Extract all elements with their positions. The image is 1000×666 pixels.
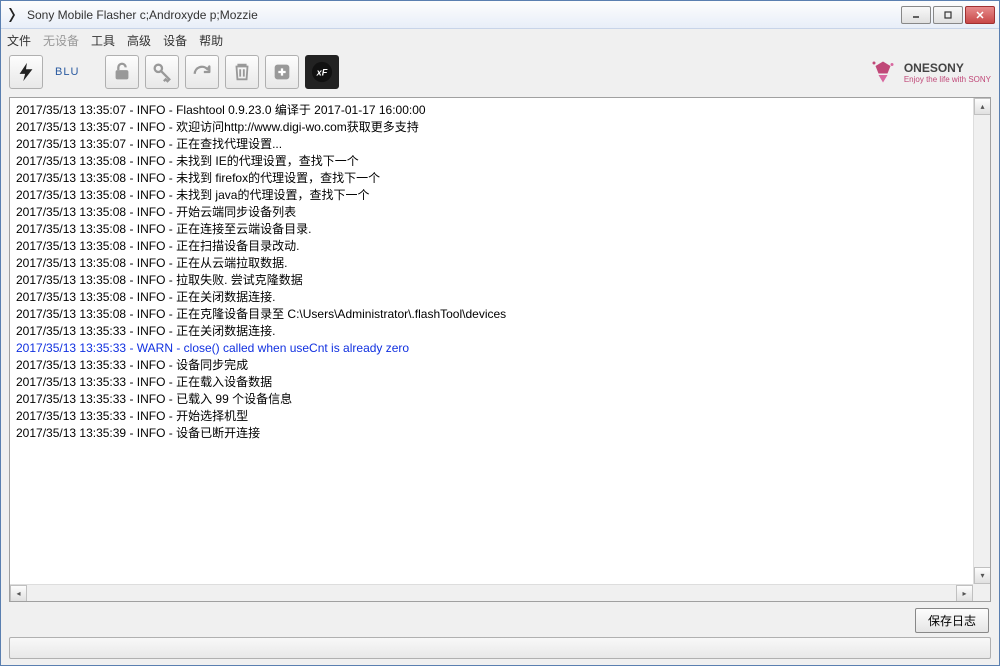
log-line: 2017/35/13 13:35:08 - INFO - 开始云端同步设备列表 <box>16 204 984 221</box>
log-line: 2017/35/13 13:35:33 - INFO - 正在载入设备数据 <box>16 374 984 391</box>
brand-tagline: Enjoy the life with SONY <box>904 75 991 84</box>
add-button[interactable] <box>265 55 299 89</box>
brand-icon <box>868 57 898 87</box>
log-line: 2017/35/13 13:35:07 - INFO - Flashtool 0… <box>16 102 984 119</box>
footer: 保存日志 <box>1 604 999 637</box>
log-line: 2017/35/13 13:35:33 - INFO - 正在关闭数据连接. <box>16 323 984 340</box>
scroll-down-icon[interactable]: ▾ <box>974 567 991 584</box>
log-line: 2017/35/13 13:35:33 - WARN - close() cal… <box>16 340 984 357</box>
menubar: 文件无设备工具高级设备帮助 <box>1 29 999 51</box>
log-panel: 2017/35/13 13:35:07 - INFO - Flashtool 0… <box>9 97 991 602</box>
toolbar: BLU xF ONESONY E <box>1 51 999 93</box>
window-title: Sony Mobile Flasher c;Androxyde p;Mozzie <box>27 8 901 22</box>
app-window: Sony Mobile Flasher c;Androxyde p;Mozzie… <box>0 0 1000 666</box>
log-line: 2017/35/13 13:35:07 - INFO - 正在查找代理设置... <box>16 136 984 153</box>
scroll-left-icon[interactable]: ◂ <box>10 585 27 602</box>
menu-工具[interactable]: 工具 <box>91 32 115 49</box>
close-button[interactable] <box>965 6 995 24</box>
vertical-scrollbar[interactable]: ▴ ▾ <box>973 98 990 584</box>
flash-button[interactable] <box>9 55 43 89</box>
brand-name: ONESONY <box>904 61 991 75</box>
log-line: 2017/35/13 13:35:08 - INFO - 正在连接至云端设备目录… <box>16 221 984 238</box>
log-line: 2017/35/13 13:35:08 - INFO - 未找到 java的代理… <box>16 187 984 204</box>
log-line: 2017/35/13 13:35:08 - INFO - 正在从云端拉取数据. <box>16 255 984 272</box>
menu-帮助[interactable]: 帮助 <box>199 32 223 49</box>
brand: ONESONY Enjoy the life with SONY <box>868 57 991 87</box>
xperifirm-button[interactable]: xF <box>305 55 339 89</box>
log-line: 2017/35/13 13:35:08 - INFO - 未找到 firefox… <box>16 170 984 187</box>
scroll-right-icon[interactable]: ▸ <box>956 585 973 602</box>
log-line: 2017/35/13 13:35:33 - INFO - 已载入 99 个设备信… <box>16 391 984 408</box>
horizontal-scrollbar[interactable]: ◂ ▸ <box>10 584 973 601</box>
window-controls <box>901 6 995 24</box>
log-line: 2017/35/13 13:35:33 - INFO - 设备同步完成 <box>16 357 984 374</box>
log-line: 2017/35/13 13:35:08 - INFO - 正在克隆设备目录至 C… <box>16 306 984 323</box>
log-line: 2017/35/13 13:35:08 - INFO - 未找到 IE的代理设置… <box>16 153 984 170</box>
blu-label: BLU <box>49 66 85 78</box>
menu-文件[interactable]: 文件 <box>7 32 31 49</box>
statusbar <box>9 637 991 659</box>
log-content[interactable]: 2017/35/13 13:35:07 - INFO - Flashtool 0… <box>10 98 990 446</box>
menu-高级[interactable]: 高级 <box>127 32 151 49</box>
titlebar: Sony Mobile Flasher c;Androxyde p;Mozzie <box>1 1 999 29</box>
log-line: 2017/35/13 13:35:33 - INFO - 开始选择机型 <box>16 408 984 425</box>
save-log-button[interactable]: 保存日志 <box>915 608 989 633</box>
menu-设备[interactable]: 设备 <box>163 32 187 49</box>
maximize-button[interactable] <box>933 6 963 24</box>
menu-无设备[interactable]: 无设备 <box>43 32 79 49</box>
log-line: 2017/35/13 13:35:08 - INFO - 正在关闭数据连接. <box>16 289 984 306</box>
trash-button[interactable] <box>225 55 259 89</box>
minimize-button[interactable] <box>901 6 931 24</box>
scroll-up-icon[interactable]: ▴ <box>974 98 991 115</box>
unlock-button[interactable] <box>105 55 139 89</box>
log-line: 2017/35/13 13:35:08 - INFO - 拉取失败. 尝试克隆数… <box>16 272 984 289</box>
app-icon <box>5 7 21 23</box>
log-line: 2017/35/13 13:35:07 - INFO - 欢迎访问http://… <box>16 119 984 136</box>
key-button[interactable] <box>145 55 179 89</box>
svg-text:xF: xF <box>316 68 328 78</box>
log-line: 2017/35/13 13:35:39 - INFO - 设备已断开连接 <box>16 425 984 442</box>
redo-button[interactable] <box>185 55 219 89</box>
scroll-corner <box>973 584 990 601</box>
log-line: 2017/35/13 13:35:08 - INFO - 正在扫描设备目录改动. <box>16 238 984 255</box>
